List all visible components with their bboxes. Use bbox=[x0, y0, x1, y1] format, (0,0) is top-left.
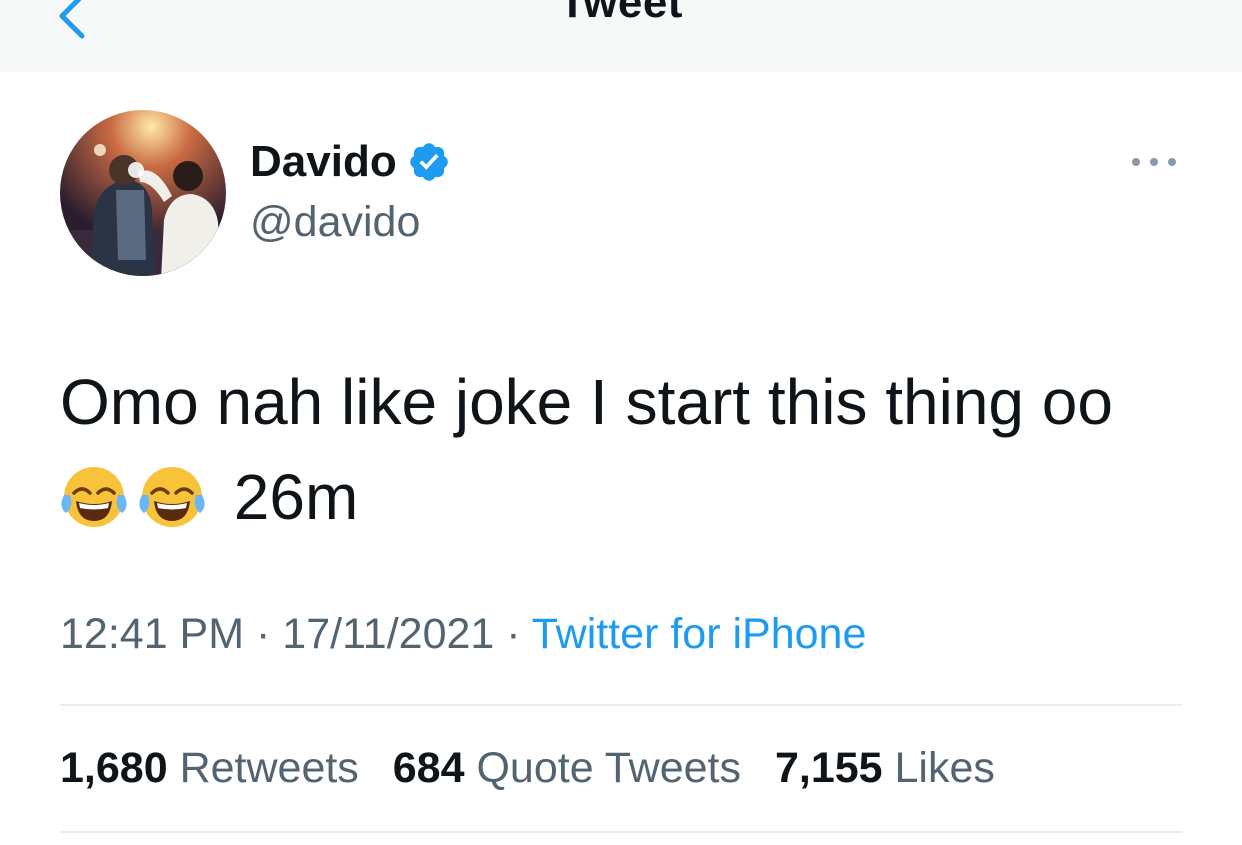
more-dots-icon bbox=[1132, 158, 1176, 166]
divider bbox=[60, 831, 1182, 833]
avatar-photo bbox=[60, 110, 226, 276]
tweet-text: Omo nah like joke I start this thing oo bbox=[60, 366, 1113, 438]
avatar[interactable] bbox=[60, 110, 226, 276]
tears-of-joy-emoji-icon bbox=[139, 467, 205, 527]
quote-tweets-count: 684 bbox=[392, 744, 465, 792]
username[interactable]: @davido bbox=[250, 198, 420, 247]
verified-badge-icon bbox=[409, 143, 448, 181]
tweet-body: Omo nah like joke I start this thing oo … bbox=[60, 355, 1190, 545]
tweet-stats: 1,680 Retweets 684 Quote Tweets 7,155 Li… bbox=[60, 744, 1017, 793]
author-name-row: Davido bbox=[250, 136, 451, 188]
page-title: Tweet bbox=[559, 0, 683, 27]
tweet-meta: 12:41 PM · 17/11/2021 · Twitter for iPho… bbox=[60, 610, 866, 659]
retweets-label: Retweets bbox=[179, 744, 359, 792]
more-options-button[interactable] bbox=[1126, 150, 1182, 174]
likes-count: 7,155 bbox=[774, 744, 883, 792]
likes-label: Likes bbox=[894, 744, 995, 792]
tweet-source-link[interactable]: Twitter for iPhone bbox=[532, 610, 867, 658]
quote-tweets-label: Quote Tweets bbox=[476, 744, 741, 792]
tears-of-joy-emoji-icon bbox=[61, 467, 127, 527]
tweet-trailing-text: 26m bbox=[233, 461, 359, 533]
tweet-time: 12:41 PM bbox=[60, 610, 245, 658]
likes-stat[interactable]: 7,155 Likes bbox=[775, 744, 995, 793]
retweets-stat[interactable]: 1,680 Retweets bbox=[60, 744, 359, 793]
meta-separator: · bbox=[256, 610, 271, 658]
retweets-count: 1,680 bbox=[60, 744, 168, 792]
divider bbox=[60, 704, 1182, 706]
navigation-bar: Tweet bbox=[0, 0, 1242, 72]
display-name[interactable]: Davido bbox=[250, 137, 397, 187]
meta-separator: · bbox=[506, 610, 521, 658]
quote-tweets-stat[interactable]: 684 Quote Tweets bbox=[393, 744, 741, 793]
tweet-date: 17/11/2021 bbox=[282, 610, 495, 658]
